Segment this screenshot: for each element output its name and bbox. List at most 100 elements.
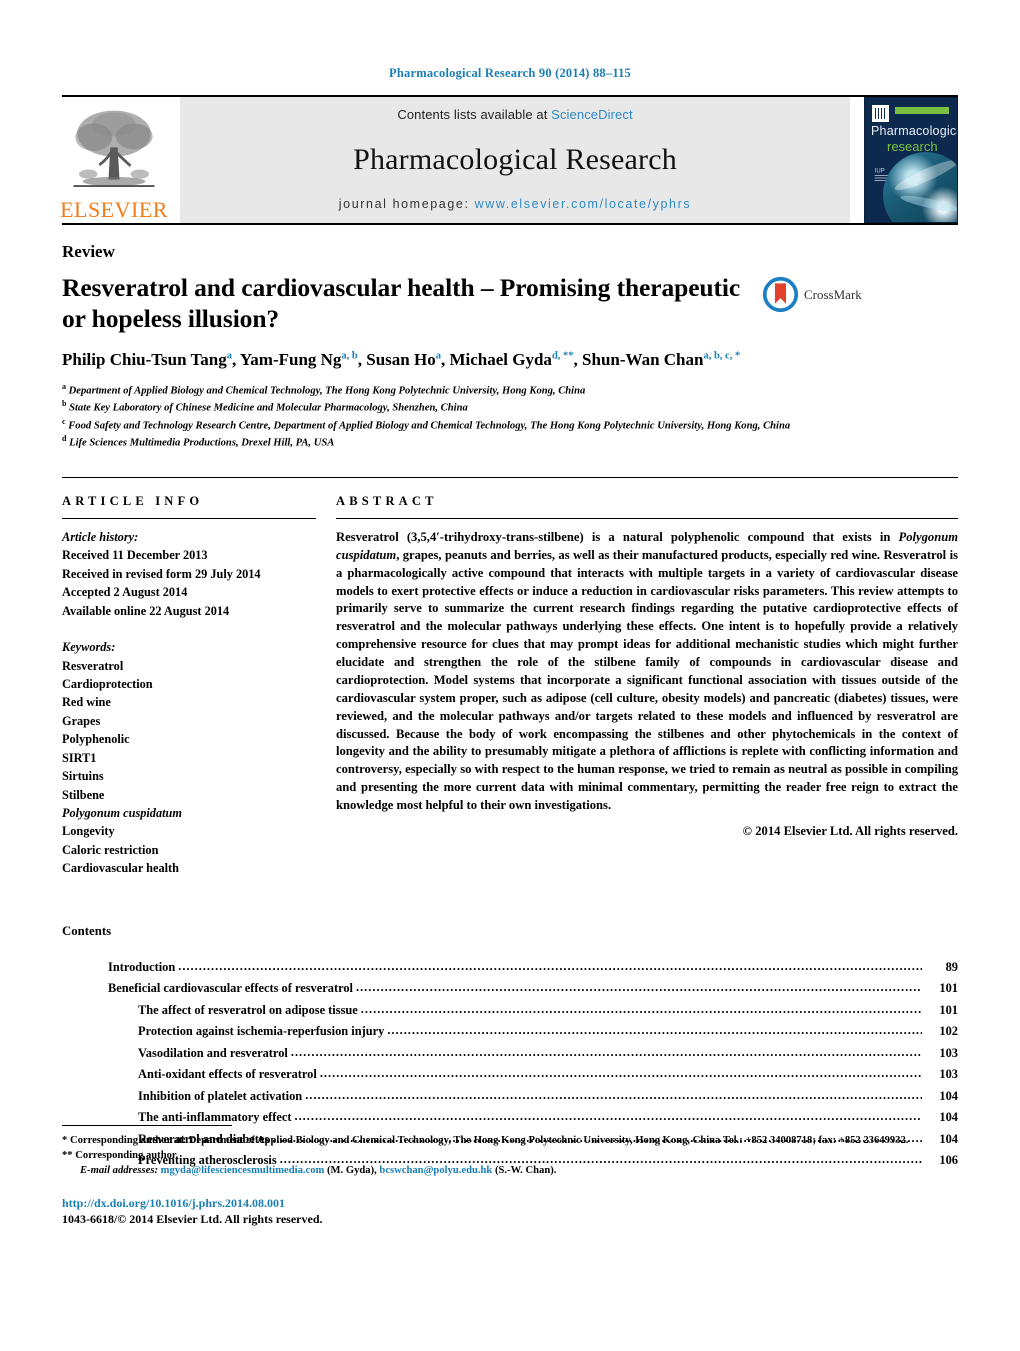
- history-accepted: Accepted 2 August 2014: [62, 585, 188, 600]
- toc-entry-label: Beneficial cardiovascular effects of res…: [108, 981, 353, 996]
- journal-title: Pharmacological Research: [353, 142, 677, 176]
- toc-entry-label: Inhibition of platelet activation: [138, 1088, 303, 1103]
- toc-entry-label: Protection against ischemia-reperfusion …: [138, 1024, 385, 1039]
- keyword-item: Polygonum cuspidatum: [62, 806, 182, 821]
- toc-entry-label: The affect of resveratrol on adipose tis…: [138, 1002, 358, 1017]
- abstract-column: ABSTRACT Resveratrol (3,5,4′-trihydroxy-…: [334, 478, 958, 878]
- email-attr-gyda: (M. Gyda): [327, 1165, 375, 1177]
- toc-entry-label: Vasodilation and resveratrol: [138, 1045, 288, 1060]
- history-revised: Received in revised form 29 July 2014: [62, 566, 261, 581]
- toc-leader-dots: ........................................…: [355, 981, 922, 995]
- toc-entry[interactable]: The affect of resveratrol on adipose tis…: [62, 1002, 958, 1017]
- footnotes-block: * Corresponding author at: Department of…: [62, 1125, 958, 1227]
- email-link-gyda[interactable]: mgyda@lifesciencesmultimedia.com: [161, 1165, 325, 1176]
- footnote-corresponding-secondary: ** Corresponding author.: [62, 1150, 179, 1162]
- toc-entry[interactable]: Anti-oxidant effects of resveratrol.....…: [62, 1067, 958, 1082]
- affiliation-a: a Department of Applied Biology and Chem…: [62, 381, 586, 397]
- crossmark-icon: [762, 276, 799, 313]
- running-head: Pharmacological Research 90 (2014) 88–11…: [389, 66, 631, 80]
- affiliation-d: d Life Sciences Multimedia Productions, …: [62, 434, 335, 449]
- page-title: Resveratrol and cardiovascular health – …: [62, 273, 741, 334]
- crossmark-label: CrossMark: [804, 286, 862, 302]
- keywords-label: Keywords:: [62, 640, 116, 655]
- contents-prefix: Contents lists available at: [397, 107, 548, 122]
- article-info-heading: ARTICLE INFO: [62, 493, 204, 508]
- homepage-prefix: journal homepage:: [338, 197, 470, 211]
- homepage-url-link[interactable]: www.elsevier.com/locate/yphrs: [475, 197, 692, 211]
- email-label: E-mail addresses:: [80, 1165, 158, 1177]
- toc-entry-page: 101: [939, 981, 958, 996]
- toc-entry[interactable]: Introduction............................…: [62, 959, 958, 974]
- elsevier-logo: ELSEVIER: [60, 97, 168, 223]
- keyword-item: Cardioprotection: [62, 676, 153, 691]
- toc-entry-page: 102: [939, 1024, 958, 1039]
- keyword-item: Polyphenolic: [62, 732, 130, 747]
- footnote-rule: [62, 1125, 232, 1126]
- elsevier-wordmark: ELSEVIER: [60, 197, 168, 222]
- toc-leader-dots: ........................................…: [319, 1067, 922, 1081]
- keyword-item: Resveratrol: [62, 658, 124, 673]
- toc-entry[interactable]: Vasodilation and resveratrol............…: [62, 1045, 958, 1060]
- toc-entry-page: 103: [939, 1067, 958, 1082]
- info-abstract-block: ARTICLE INFO Article history: Received 1…: [62, 476, 958, 878]
- cover-accent-bar: [895, 107, 949, 114]
- cover-publisher-mark-icon: [872, 105, 889, 122]
- abstract-copyright: © 2014 Elsevier Ltd. All rights reserved…: [742, 823, 958, 838]
- toc-entry-page: 89: [945, 959, 958, 974]
- abstract-body: Resveratrol (3,5,4′-trihydroxy-trans-sti…: [336, 529, 958, 813]
- toc-entry[interactable]: Protection against ischemia-reperfusion …: [62, 1024, 958, 1039]
- toc-leader-dots: ........................................…: [178, 959, 922, 973]
- history-online: Available online 22 August 2014: [62, 603, 230, 618]
- toc-entry-page: 103: [939, 1045, 958, 1060]
- keyword-item: Cardiovascular health: [62, 861, 179, 876]
- journal-cover-thumbnail: Pharmacological research IUP: [864, 97, 958, 223]
- keyword-item: SIRT1: [62, 750, 97, 765]
- cover-illustration: [883, 152, 957, 222]
- keyword-item: Grapes: [62, 713, 101, 728]
- keyword-item: Red wine: [62, 695, 111, 710]
- keyword-item: Sirtuins: [62, 769, 104, 784]
- journal-masthead: ELSEVIER Contents lists available at Sci…: [60, 95, 958, 223]
- toc-leader-dots: ........................................…: [360, 1002, 922, 1016]
- affiliation-list: a Department of Applied Biology and Chem…: [62, 381, 942, 451]
- keyword-item: Stilbene: [62, 787, 105, 802]
- footnote-corresponding-primary: * Corresponding author at: Department of…: [62, 1135, 909, 1146]
- keywords-list: Keywords: Resveratrol Cardioprotection R…: [62, 620, 316, 878]
- email-link-chan[interactable]: bcswchan@polyu.edu.hk: [379, 1165, 492, 1176]
- article-info-column: ARTICLE INFO Article history: Received 1…: [62, 478, 334, 878]
- keyword-item: Longevity: [62, 824, 115, 839]
- affiliation-c: c Food Safety and Technology Research Ce…: [62, 416, 791, 432]
- toc-leader-dots: ........................................…: [387, 1024, 922, 1038]
- toc-entry-label: Anti-oxidant effects of resveratrol: [138, 1067, 317, 1082]
- toc-entry-label: The anti-inflammatory effect: [138, 1110, 292, 1125]
- keyword-item: Caloric restriction: [62, 842, 159, 857]
- toc-entry-page: 101: [939, 1002, 958, 1017]
- doi-link[interactable]: http://dx.doi.org/10.1016/j.phrs.2014.08…: [62, 1195, 958, 1211]
- toc-entry[interactable]: Beneficial cardiovascular effects of res…: [62, 981, 958, 996]
- affiliation-b: b State Key Laboratory of Chinese Medici…: [62, 399, 468, 414]
- issn-copyright: 1043-6618/© 2014 Elsevier Ltd. All right…: [62, 1212, 323, 1227]
- svg-text:IUP: IUP: [875, 168, 885, 174]
- toc-entry[interactable]: Inhibition of platelet activation.......…: [62, 1088, 958, 1103]
- toc-entry-label: Introduction: [108, 959, 176, 974]
- sciencedirect-line: Contents lists available at ScienceDirec…: [397, 107, 632, 122]
- cover-title-line1: Pharmacological: [871, 124, 958, 138]
- sciencedirect-link[interactable]: ScienceDirect: [551, 107, 633, 122]
- toc-leader-dots: ........................................…: [294, 1110, 922, 1124]
- footnote-emails: E-mail addresses: mgyda@lifesciencesmult…: [80, 1165, 557, 1177]
- crossmark-badge[interactable]: CrossMark: [762, 272, 874, 313]
- journal-homepage-line: journal homepage: www.elsevier.com/locat…: [339, 197, 691, 211]
- article-first-page: Pharmacological Research 90 (2014) 88–11…: [0, 0, 1020, 1351]
- masthead-bottom-rule: [62, 223, 958, 225]
- article-history: Article history: Received 11 December 20…: [62, 519, 316, 620]
- article-history-label: Article history:: [62, 529, 139, 544]
- contents-heading: Contents: [62, 923, 112, 938]
- toc-entry-page: 104: [939, 1088, 958, 1103]
- history-received: Received 11 December 2013: [62, 548, 208, 563]
- elsevier-tree-icon: [68, 106, 160, 198]
- doi-block: http://dx.doi.org/10.1016/j.phrs.2014.08…: [62, 1195, 958, 1227]
- journal-band: Contents lists available at ScienceDirec…: [180, 97, 850, 223]
- author-list: Philip Chiu-Tsun Tanga, Yam-Fung Nga, b,…: [62, 350, 741, 370]
- article-type: Review: [62, 242, 115, 261]
- toc-entry[interactable]: The anti-inflammatory effect............…: [62, 1110, 958, 1125]
